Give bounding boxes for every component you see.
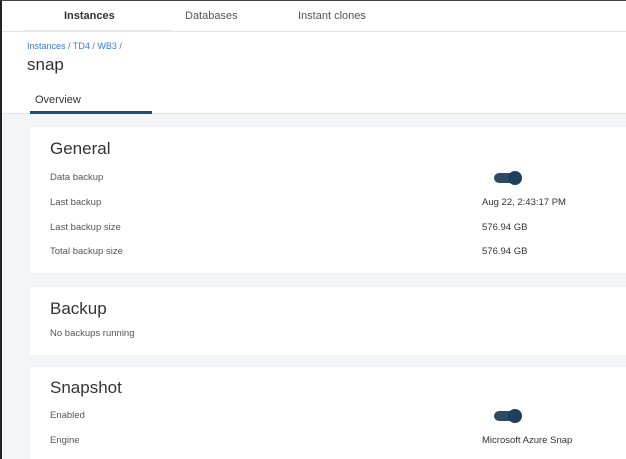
breadcrumb[interactable]: Instances / TD4 / WB3 / bbox=[27, 41, 122, 51]
total-backup-size-label: Total backup size bbox=[50, 246, 123, 257]
last-backup-size-value: 576.94 GB bbox=[482, 222, 528, 233]
engine-label: Engine bbox=[50, 435, 80, 446]
last-backup-value: Aug 22, 2:43:17 PM bbox=[482, 197, 566, 208]
data-backup-toggle[interactable] bbox=[494, 171, 522, 185]
tab-databases[interactable]: Databases bbox=[185, 1, 238, 32]
toggle-knob bbox=[508, 171, 522, 185]
total-backup-size-value: 576.94 GB bbox=[482, 246, 528, 257]
tab-instances[interactable]: Instances bbox=[64, 1, 115, 32]
backup-title: Backup bbox=[50, 299, 107, 318]
general-title: General bbox=[50, 139, 111, 158]
snapshot-enabled-toggle[interactable] bbox=[494, 409, 522, 423]
top-navigation: Instances Databases Instant clones bbox=[2, 1, 626, 32]
overview-tab-indicator bbox=[30, 111, 152, 114]
engine-value: Microsoft Azure Snap bbox=[482, 435, 573, 446]
backup-card: Backup No backups running bbox=[30, 287, 626, 355]
backup-status: No backups running bbox=[50, 328, 135, 339]
snapshot-title: Snapshot bbox=[50, 378, 122, 397]
tab-instant-clones[interactable]: Instant clones bbox=[298, 1, 366, 32]
page-header: Instances / TD4 / WB3 / snap Overview bbox=[2, 32, 626, 114]
snapshot-enabled-label: Enabled bbox=[50, 410, 85, 421]
data-backup-label: Data backup bbox=[50, 172, 104, 183]
tab-overview[interactable]: Overview bbox=[35, 94, 81, 106]
last-backup-size-label: Last backup size bbox=[50, 222, 121, 233]
general-card: General Data backup Last backup Aug 22, … bbox=[30, 127, 626, 273]
toggle-knob bbox=[508, 409, 522, 423]
snapshot-card: Snapshot Enabled Engine Microsoft Azure … bbox=[30, 367, 626, 459]
app-frame: Instances Databases Instant clones Insta… bbox=[0, 0, 626, 459]
page-title: snap bbox=[27, 55, 64, 74]
last-backup-label: Last backup bbox=[50, 197, 102, 208]
